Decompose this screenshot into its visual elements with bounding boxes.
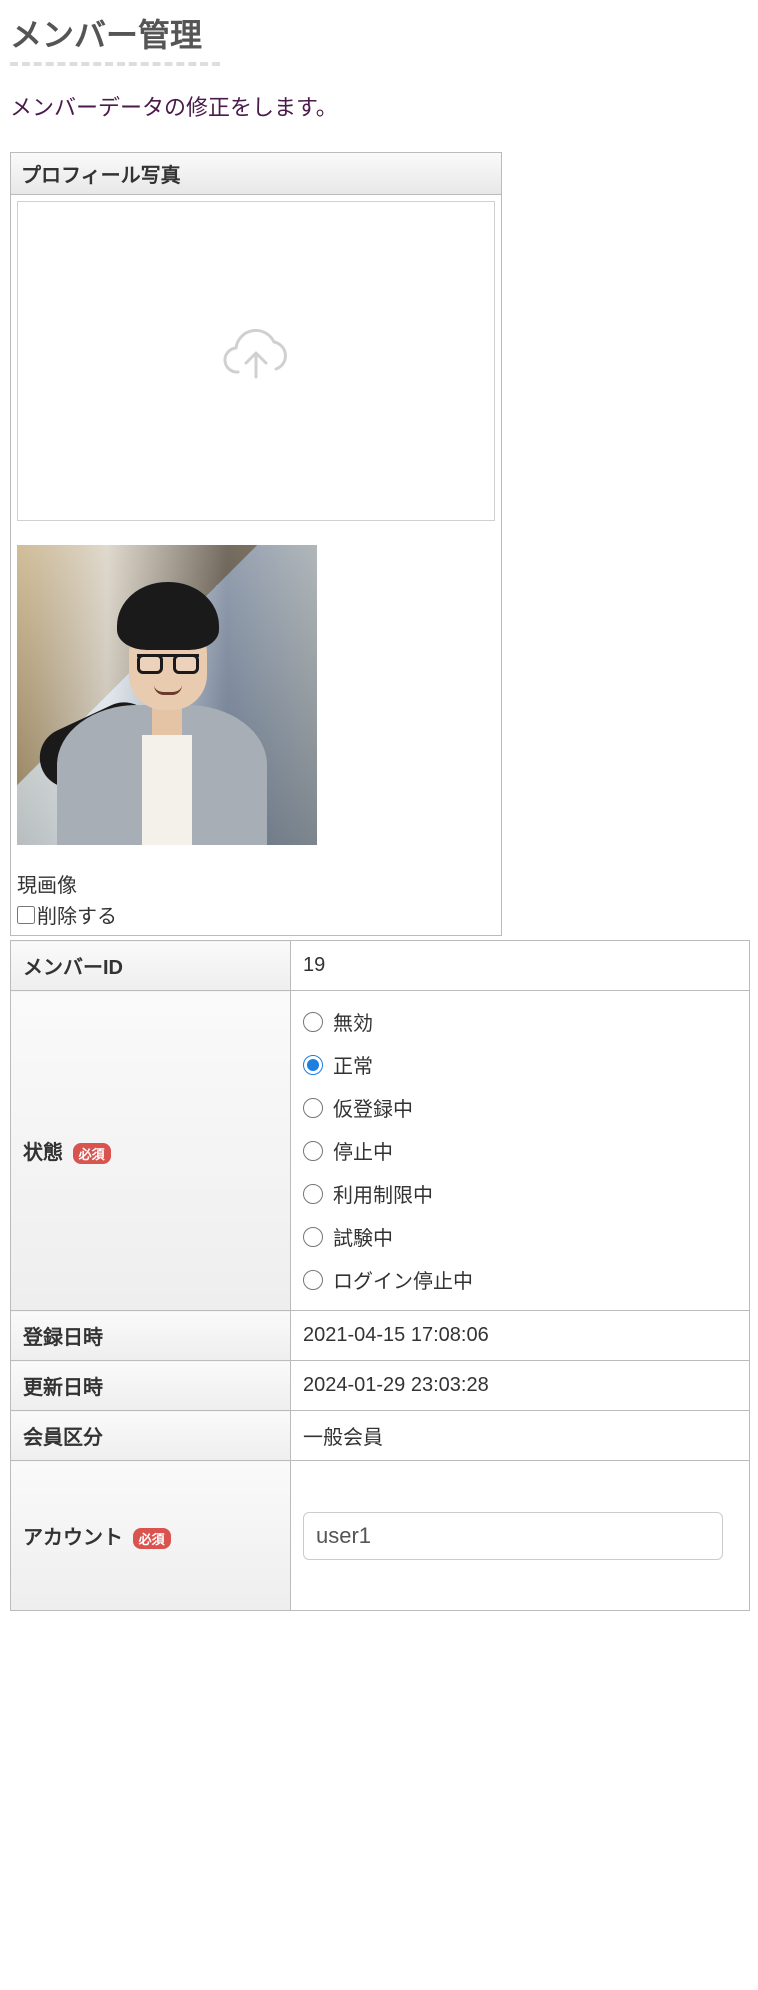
- status-radio[interactable]: [303, 1141, 323, 1161]
- title-divider: [10, 62, 220, 66]
- status-value-cell: 無効正常仮登録中停止中利用制限中試験中ログイン停止中: [291, 991, 750, 1311]
- account-input[interactable]: [303, 1512, 723, 1560]
- created-at-label: 登録日時: [11, 1311, 291, 1361]
- upload-dropzone[interactable]: [17, 201, 495, 521]
- status-option[interactable]: 試験中: [303, 1222, 737, 1251]
- status-radio[interactable]: [303, 1270, 323, 1290]
- cloud-upload-icon: [216, 329, 296, 394]
- delete-image-checkbox[interactable]: [17, 906, 35, 924]
- member-type-value: 一般会員: [291, 1411, 750, 1461]
- member-id-label: メンバーID: [11, 941, 291, 991]
- status-radio[interactable]: [303, 1055, 323, 1075]
- required-badge: 必須: [133, 1528, 171, 1549]
- panel-header: プロフィール写真: [11, 153, 501, 195]
- status-option-label: 試験中: [333, 1222, 393, 1251]
- current-image-label: 現画像: [17, 869, 495, 898]
- status-option[interactable]: 停止中: [303, 1136, 737, 1165]
- account-label: アカウント: [23, 1527, 123, 1549]
- updated-at-value: 2024-01-29 23:03:28: [291, 1361, 750, 1411]
- page-subtitle: メンバーデータの修正をします。: [10, 90, 748, 122]
- delete-image-label: 削除する: [37, 900, 117, 929]
- status-option[interactable]: ログイン停止中: [303, 1265, 737, 1294]
- status-option[interactable]: 無効: [303, 1007, 737, 1036]
- status-option-label: 正常: [333, 1050, 373, 1079]
- required-badge: 必須: [73, 1143, 111, 1164]
- status-option[interactable]: 仮登録中: [303, 1093, 737, 1122]
- status-radio[interactable]: [303, 1012, 323, 1032]
- status-option-label: 停止中: [333, 1136, 393, 1165]
- status-radio[interactable]: [303, 1184, 323, 1204]
- created-at-value: 2021-04-15 17:08:06: [291, 1311, 750, 1361]
- status-radio[interactable]: [303, 1227, 323, 1247]
- updated-at-label: 更新日時: [11, 1361, 291, 1411]
- page-title: メンバー管理: [10, 10, 748, 56]
- account-value-cell: [291, 1461, 750, 1611]
- status-label: 状態: [23, 1142, 63, 1164]
- delete-image-row[interactable]: 削除する: [17, 900, 495, 929]
- status-option-label: 無効: [333, 1007, 373, 1036]
- current-profile-image: [17, 545, 317, 845]
- status-option-label: ログイン停止中: [333, 1265, 473, 1294]
- account-label-cell: アカウント 必須: [11, 1461, 291, 1611]
- status-option[interactable]: 利用制限中: [303, 1179, 737, 1208]
- member-form-table: メンバーID 19 状態 必須 無効正常仮登録中停止中利用制限中試験中ログイン停…: [10, 940, 750, 1611]
- member-type-label: 会員区分: [11, 1411, 291, 1461]
- profile-photo-panel: プロフィール写真: [10, 152, 502, 936]
- status-option[interactable]: 正常: [303, 1050, 737, 1079]
- status-radio-group: 無効正常仮登録中停止中利用制限中試験中ログイン停止中: [303, 1001, 737, 1300]
- status-option-label: 利用制限中: [333, 1179, 433, 1208]
- status-radio[interactable]: [303, 1098, 323, 1118]
- status-option-label: 仮登録中: [333, 1093, 413, 1122]
- status-label-cell: 状態 必須: [11, 991, 291, 1311]
- member-id-value: 19: [291, 941, 750, 991]
